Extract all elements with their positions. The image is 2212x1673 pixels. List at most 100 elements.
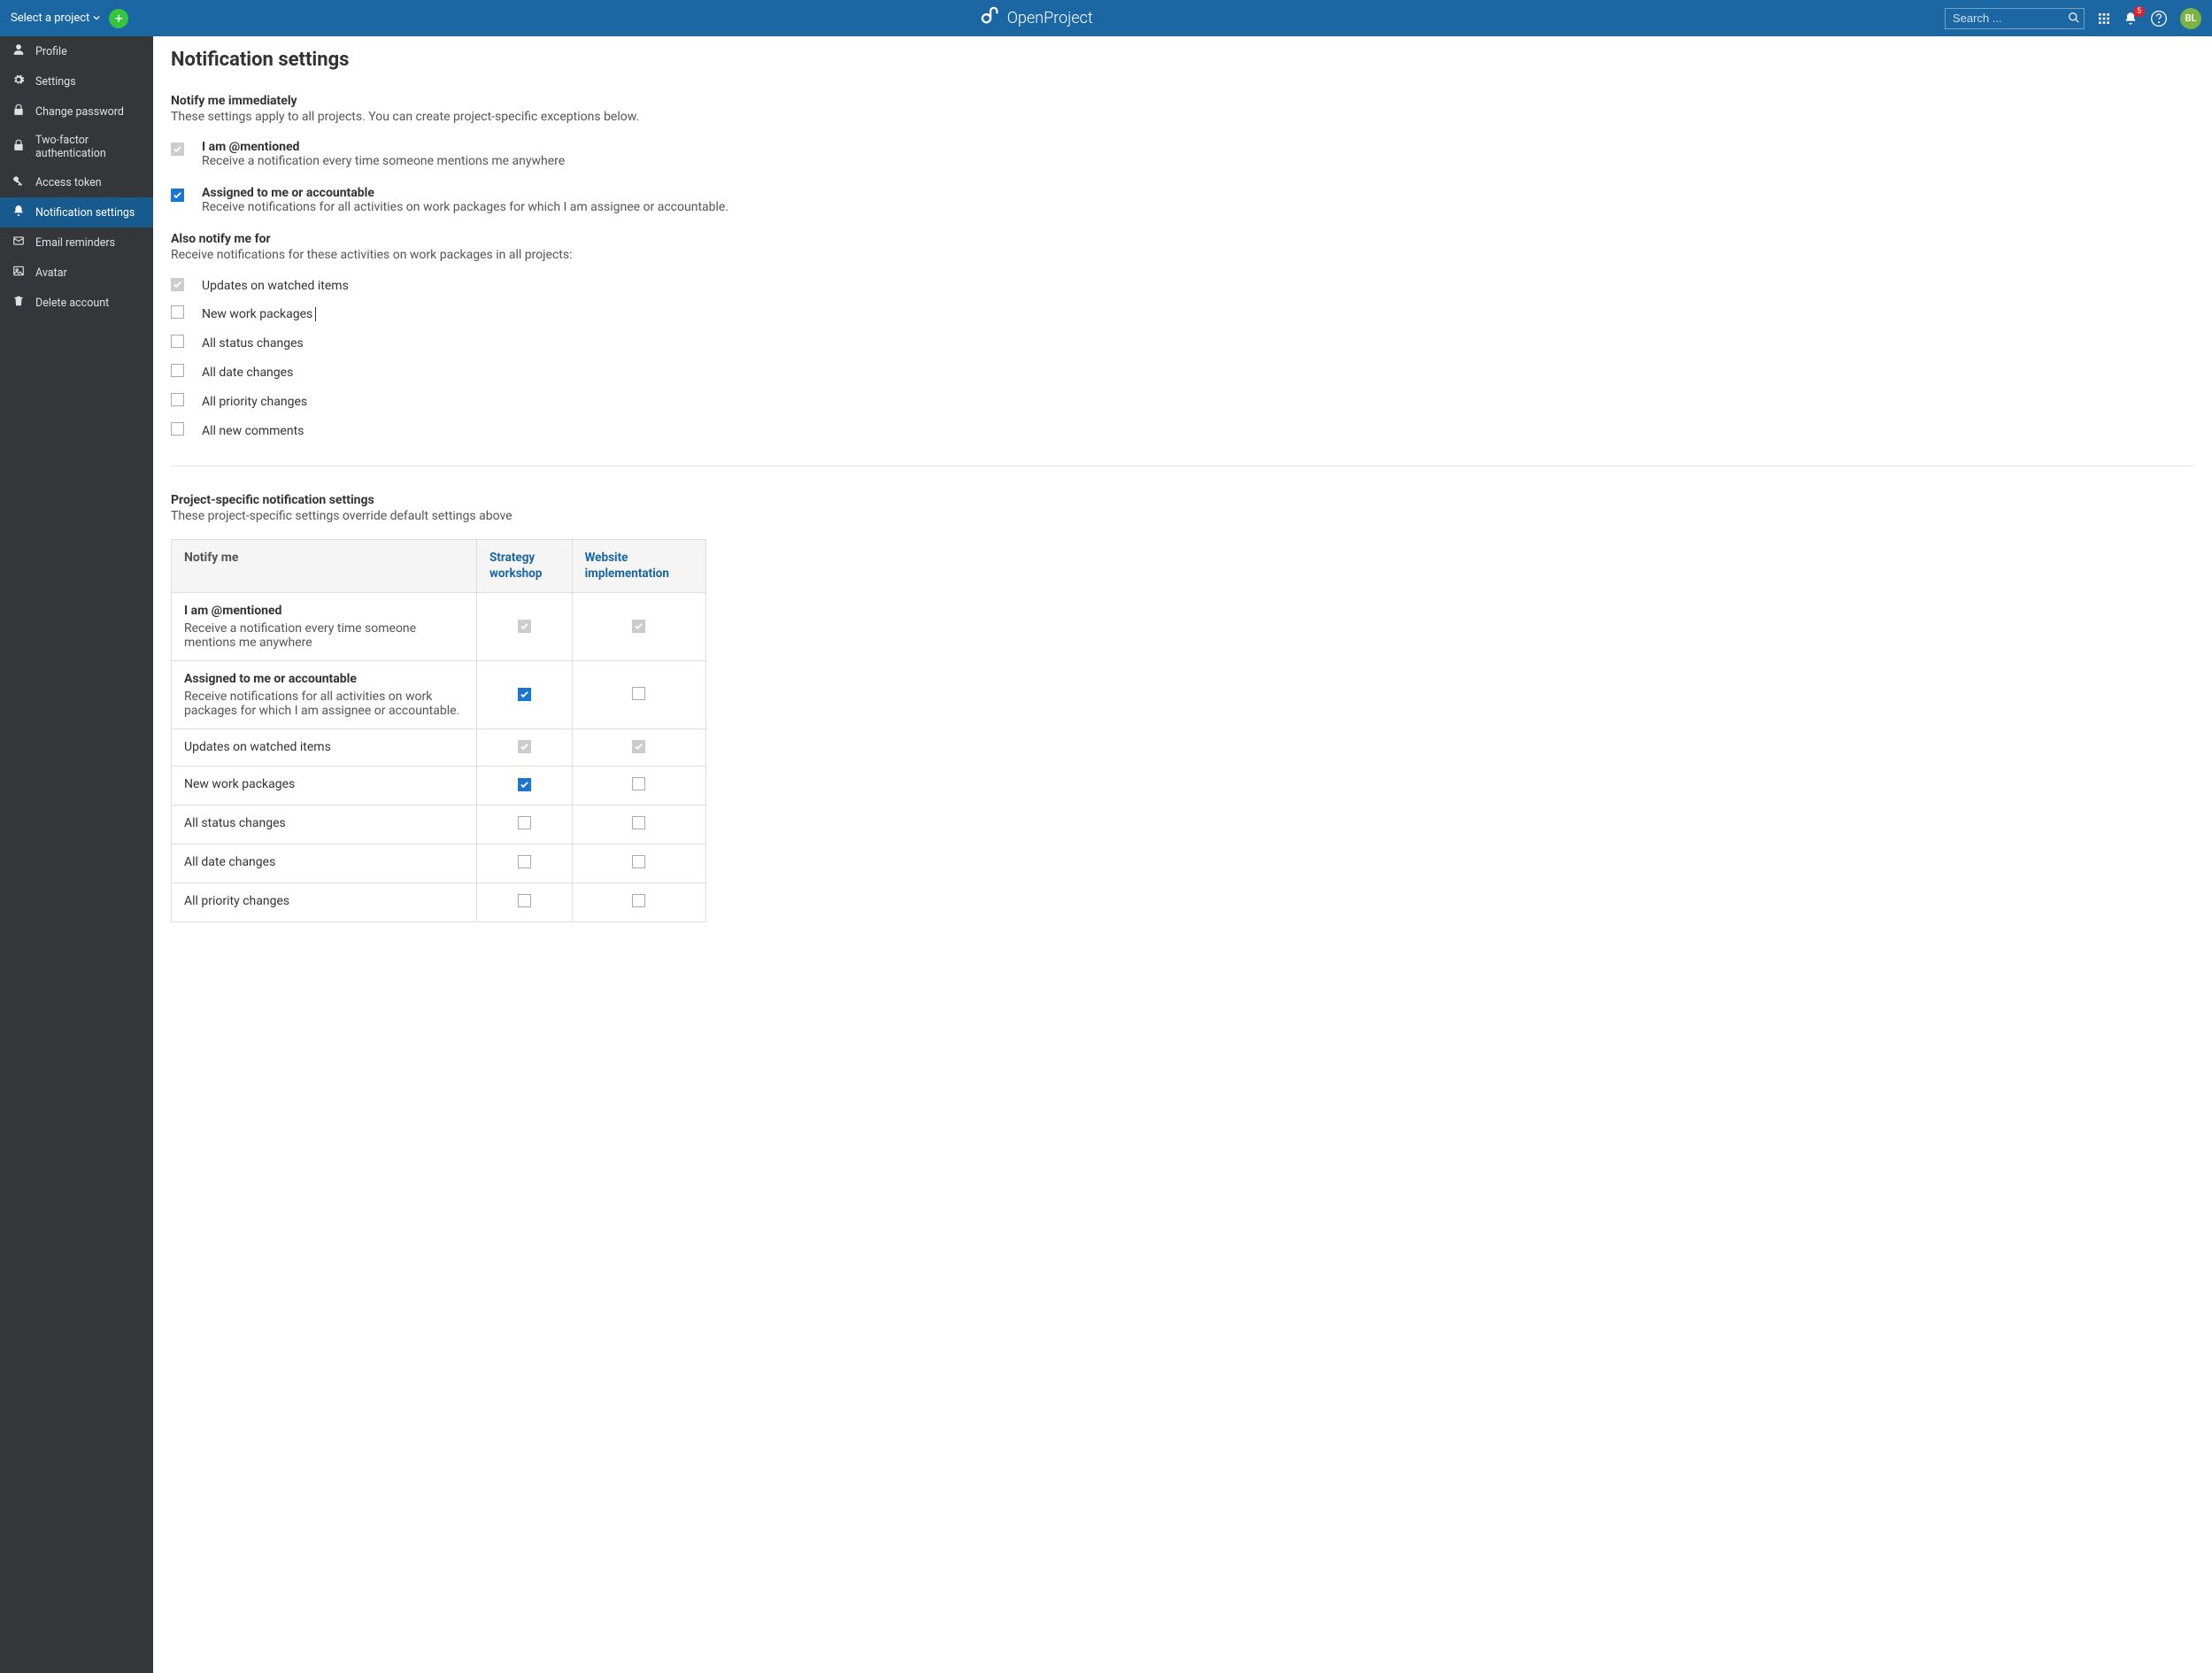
user-icon [12, 43, 25, 59]
checkbox[interactable] [518, 779, 531, 793]
table-cell [477, 593, 573, 661]
table-row-label: New work packages [172, 767, 477, 806]
project-link[interactable]: Websiteimplementation [585, 551, 693, 582]
table-row-label: All priority changes [172, 883, 477, 922]
search-box [1945, 8, 2085, 29]
table-cell [477, 661, 573, 729]
checkbox [171, 278, 184, 293]
caret-down-icon [93, 12, 100, 25]
table-row-label: I am @mentionedReceive a notification ev… [172, 593, 477, 661]
table-cell [572, 883, 705, 922]
option-row: All priority changes [171, 393, 2194, 410]
table-header-notify: Notify me [172, 540, 477, 593]
sidebar-item-avatar[interactable]: Avatar [0, 258, 153, 288]
bell-icon [12, 204, 25, 220]
option-mentioned-title: I am @mentioned [202, 140, 565, 154]
checkbox[interactable] [171, 393, 184, 410]
option-label: Updates on watched items [202, 279, 349, 293]
table-cell [477, 844, 573, 883]
help-icon[interactable] [2150, 10, 2168, 27]
table-header-project: Strategyworkshop [477, 540, 573, 593]
section-also-desc: Receive notifications for these activiti… [171, 248, 2194, 262]
sidebar-item-notification-settings[interactable]: Notification settings [0, 197, 153, 227]
search-icon[interactable] [2068, 12, 2080, 27]
checkbox[interactable] [632, 858, 645, 872]
key-icon [12, 174, 25, 190]
brand-logo[interactable]: OpenProject [981, 6, 1093, 30]
sidebar-item-profile[interactable]: Profile [0, 36, 153, 66]
sidebar-item-label: Change password [35, 105, 124, 119]
checkbox[interactable] [632, 780, 645, 794]
option-label: All date changes [202, 366, 293, 380]
sidebar-item-label: Delete account [35, 297, 109, 310]
sidebar-item-email-reminders[interactable]: Email reminders [0, 227, 153, 258]
sidebar-item-delete-account[interactable]: Delete account [0, 288, 153, 318]
table-row: All priority changes [172, 883, 706, 922]
sidebar-item-settings[interactable]: Settings [0, 66, 153, 96]
gear-icon [12, 73, 25, 89]
sidebar-item-label: Email reminders [35, 236, 115, 250]
table-row-label: All date changes [172, 844, 477, 883]
notifications-icon[interactable]: 5 [2123, 12, 2138, 26]
lock-icon [12, 139, 25, 155]
apps-icon[interactable] [2097, 12, 2111, 26]
table-row: All status changes [172, 806, 706, 844]
checkbox[interactable] [518, 689, 531, 703]
sidebar-item-label: Access token [35, 176, 102, 189]
table-cell [477, 729, 573, 767]
section-project-title: Project-specific notification settings [171, 493, 2194, 507]
option-row: All status changes [171, 335, 2194, 351]
topbar: Select a project + OpenProject 5 BL [0, 0, 2212, 36]
checkbox-mentioned [171, 143, 184, 158]
brand-text: OpenProject [1007, 9, 1093, 27]
table-row-label: Assigned to me or accountableReceive not… [172, 661, 477, 729]
checkbox [632, 741, 645, 755]
option-mentioned-desc: Receive a notification every time someon… [202, 154, 565, 168]
option-assigned: Assigned to me or accountable Receive no… [171, 186, 2194, 214]
sidebar-item-access-token[interactable]: Access token [0, 167, 153, 197]
search-input[interactable] [1945, 8, 2085, 29]
project-select[interactable]: Select a project [11, 12, 100, 25]
table-row-label: Updates on watched items [172, 729, 477, 767]
checkbox[interactable] [171, 364, 184, 381]
option-row: All date changes [171, 364, 2194, 381]
checkbox-assigned[interactable] [171, 189, 184, 204]
table-cell [477, 883, 573, 922]
table-row: I am @mentionedReceive a notification ev… [172, 593, 706, 661]
sidebar-item-label: Settings [35, 75, 76, 89]
checkbox[interactable] [518, 858, 531, 872]
sidebar-item-label: Two-factor authentication [35, 134, 141, 160]
main-content: Notification settings Notify me immediat… [153, 36, 2212, 1673]
table-row-label: All status changes [172, 806, 477, 844]
checkbox[interactable] [632, 819, 645, 833]
checkbox[interactable] [171, 422, 184, 439]
option-mentioned: I am @mentioned Receive a notification e… [171, 140, 2194, 168]
table-cell [572, 844, 705, 883]
checkbox [518, 741, 531, 755]
sidebar-item-label: Avatar [35, 266, 67, 280]
trash-icon [12, 295, 25, 311]
project-select-label: Select a project [11, 12, 89, 25]
table-header-project: Websiteimplementation [572, 540, 705, 593]
checkbox[interactable] [632, 690, 645, 704]
checkbox[interactable] [518, 897, 531, 911]
table-cell [572, 593, 705, 661]
avatar[interactable]: BL [2180, 8, 2201, 29]
plus-icon: + [115, 10, 123, 27]
mail-icon [12, 235, 25, 251]
lock-icon [12, 104, 25, 120]
checkbox[interactable] [518, 819, 531, 833]
checkbox[interactable] [632, 897, 645, 911]
checkbox[interactable] [171, 335, 184, 351]
sidebar-item-two-factor-authentication[interactable]: Two-factor authentication [0, 127, 153, 167]
table-cell [477, 767, 573, 806]
project-link[interactable]: Strategyworkshop [489, 551, 559, 582]
table-row: All date changes [172, 844, 706, 883]
option-label: All priority changes [202, 395, 307, 409]
openproject-icon [981, 6, 1000, 30]
sidebar-item-change-password[interactable]: Change password [0, 96, 153, 127]
add-button[interactable]: + [109, 9, 128, 28]
table-row: Updates on watched items [172, 729, 706, 767]
checkbox[interactable] [171, 305, 184, 322]
image-icon [12, 265, 25, 281]
